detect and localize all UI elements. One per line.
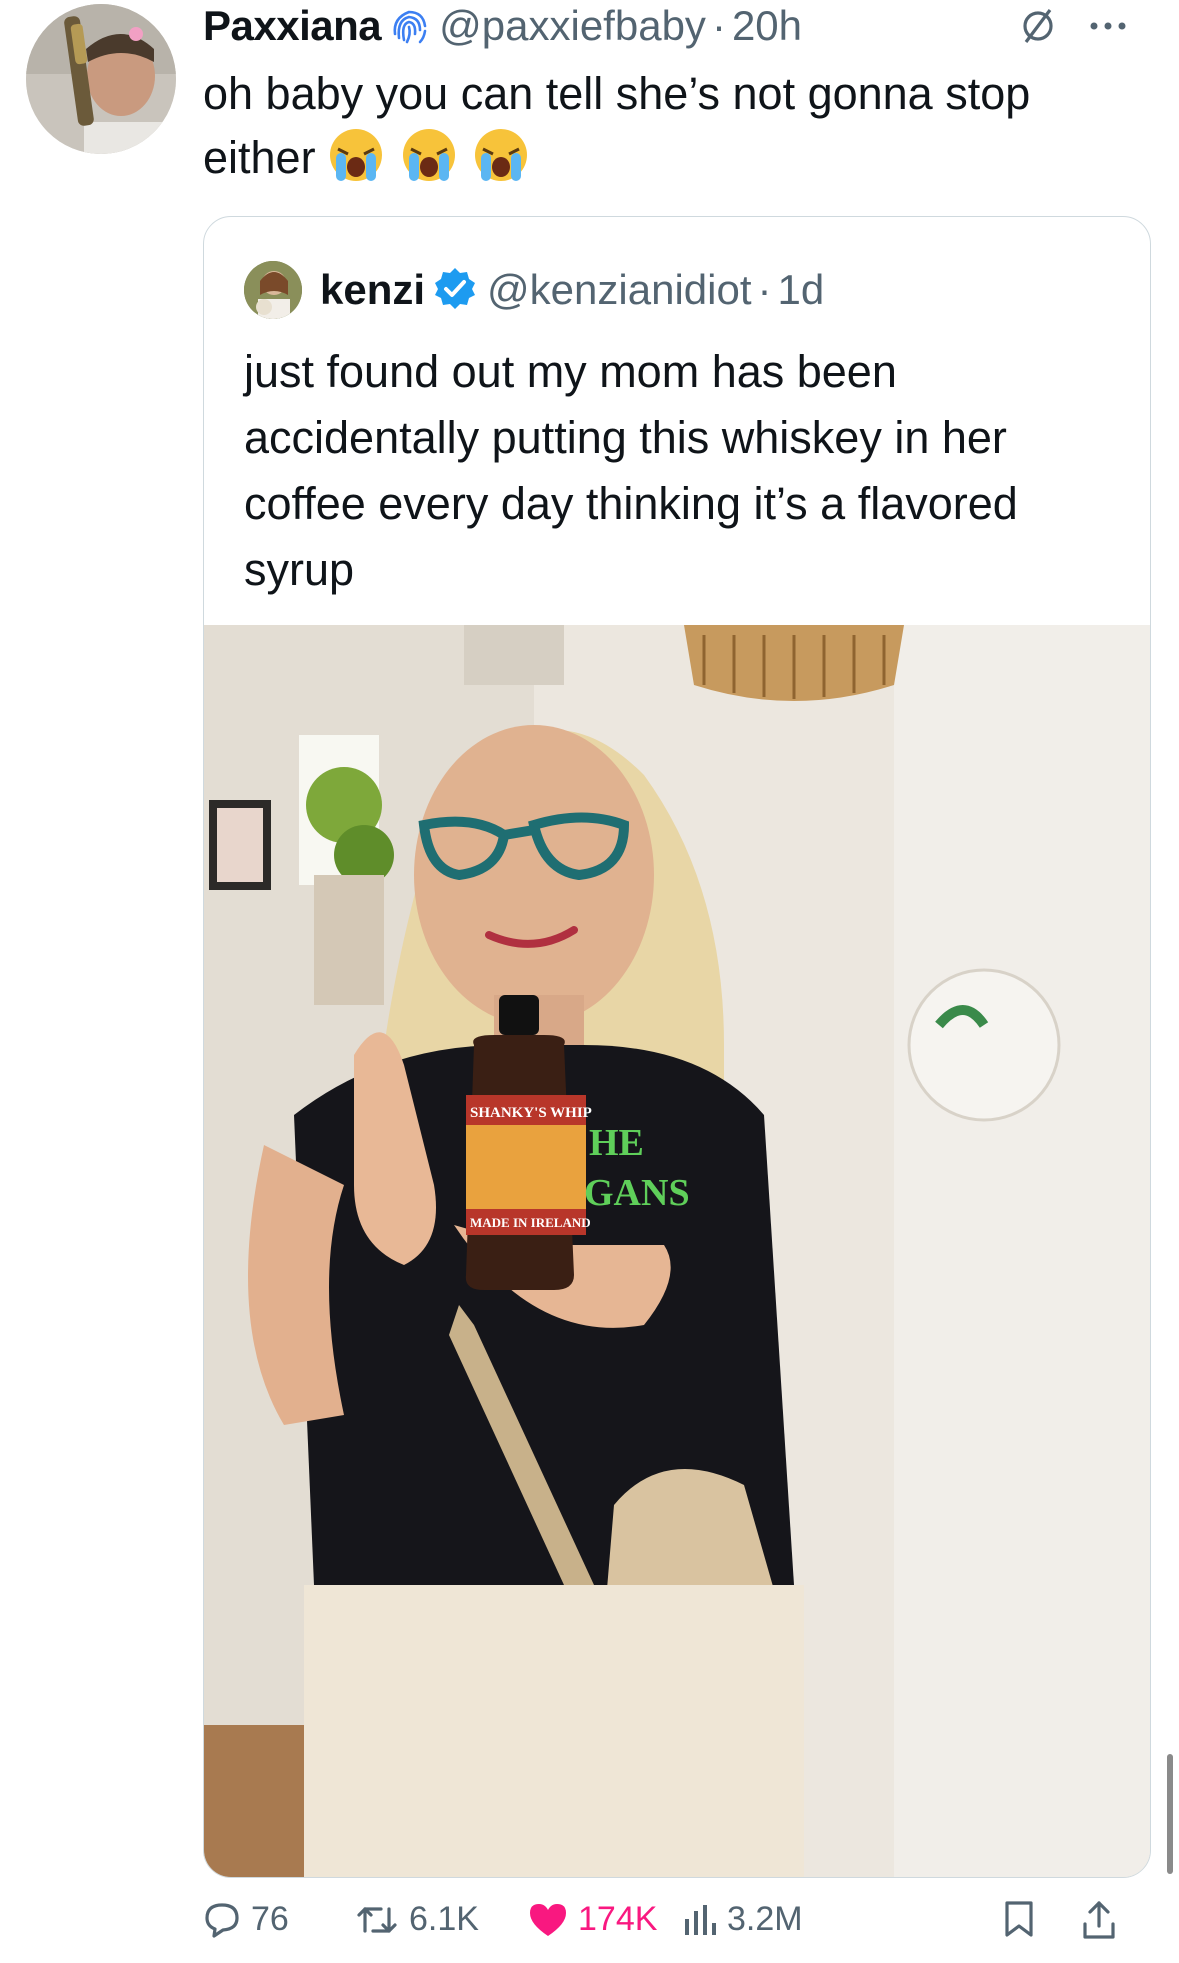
verified-icon: [425, 266, 487, 315]
like-count: 174K: [578, 1900, 658, 1938]
quoted-tweet-card[interactable]: kenzi @kenzianidiot · 1d just found out …: [203, 216, 1151, 1878]
crying-emoji: [473, 127, 529, 183]
tweet-body: oh baby you can tell she’s not gonna sto…: [203, 68, 1031, 183]
tweet-time[interactable]: 20h: [732, 2, 802, 50]
separator: ·: [711, 2, 726, 49]
shirt-text-1: HE: [589, 1122, 644, 1164]
bookmark-icon: [1005, 1901, 1033, 1937]
no-sign-icon[interactable]: [1018, 6, 1058, 51]
shirt-text-2: GANS: [584, 1172, 690, 1214]
tweet-text: oh baby you can tell she’s not gonna sto…: [203, 62, 1153, 190]
bottle-label-top: SHANKY'S WHIP: [470, 1105, 592, 1121]
scrollbar[interactable]: [1167, 1754, 1173, 1874]
reply-count: 76: [251, 1900, 289, 1938]
views-icon: [685, 1904, 716, 1935]
fingerprint-icon: [387, 4, 431, 48]
tweet-header: Paxxiana @paxxiefbaby · 20h: [203, 0, 802, 52]
views-count: 3.2M: [727, 1900, 803, 1938]
share-button[interactable]: [1081, 1900, 1127, 1940]
quoted-tweet-text: just found out my mom has been accidenta…: [244, 346, 1018, 595]
crying-emoji: [328, 127, 384, 183]
quoted-handle: @kenzianidiot: [487, 266, 752, 313]
header-actions: [1018, 6, 1128, 51]
like-button[interactable]: 174K: [528, 1900, 657, 1939]
repost-button[interactable]: 6.1K: [355, 1900, 479, 1939]
like-icon: [530, 1903, 566, 1936]
bottle-label-bottom: MADE IN IRELAND: [470, 1215, 591, 1230]
quoted-tweet-header: kenzi @kenzianidiot · 1d: [244, 261, 824, 319]
author-handle[interactable]: @paxxiefbaby: [439, 2, 706, 50]
quoted-time: 1d: [777, 266, 825, 313]
share-icon: [1083, 1901, 1115, 1939]
tweet-action-bar: 76 6.1K 174K 3.2M: [203, 1896, 1153, 1956]
more-icon[interactable]: [1088, 19, 1128, 38]
repost-count: 6.1K: [409, 1900, 479, 1938]
crying-emoji: [401, 127, 457, 183]
reply-icon: [205, 1902, 239, 1938]
views-button[interactable]: 3.2M: [683, 1900, 803, 1939]
reply-button[interactable]: 76: [203, 1900, 289, 1939]
repost-icon: [357, 1906, 397, 1933]
separator: ·: [757, 266, 772, 313]
quoted-author-avatar: [244, 261, 302, 319]
bookmark-button[interactable]: [1003, 1900, 1045, 1938]
quoted-tweet-photo[interactable]: SHANKY'S WHIP MADE IN IRELAND HE GANS: [204, 625, 1150, 1877]
quoted-display-name: kenzi: [320, 266, 426, 313]
author-display-name[interactable]: Paxxiana: [203, 2, 382, 50]
author-avatar[interactable]: [26, 4, 176, 154]
